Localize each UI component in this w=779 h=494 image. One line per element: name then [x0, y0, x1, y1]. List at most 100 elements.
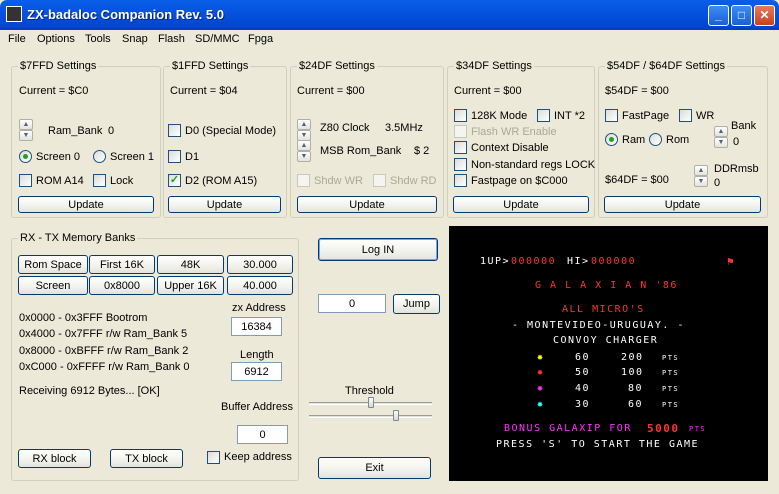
ddrmsb-down[interactable]: ▼: [694, 176, 708, 187]
bank-up[interactable]: ▲: [714, 126, 728, 137]
threshold-slider-thumb[interactable]: [368, 397, 374, 408]
keep-address-checkbox[interactable]: [207, 451, 220, 464]
shdw-wr-checkbox[interactable]: [297, 174, 310, 187]
24df-update-button[interactable]: Update: [297, 196, 437, 213]
7ffd-update-button[interactable]: Update: [18, 196, 154, 213]
screen0-label: Screen 0: [36, 151, 81, 163]
d1-checkbox[interactable]: [168, 150, 181, 163]
minimize-button[interactable]: _: [708, 5, 729, 26]
threshold-slider-thumb-2[interactable]: [393, 410, 399, 421]
screen1-radio[interactable]: [93, 150, 106, 163]
ddrmsb-up[interactable]: ▲: [694, 165, 708, 176]
34df-current: Current = $00: [454, 85, 522, 97]
menu-tools[interactable]: Tools: [85, 33, 111, 45]
screen-button[interactable]: Screen: [18, 276, 88, 295]
group-34df-title: $34DF Settings: [454, 60, 534, 72]
screen-montevideo: - MONTEVIDEO-URUGUAY. -: [512, 320, 685, 331]
30000-button[interactable]: 30.000: [227, 255, 293, 274]
group-1ffd-title: $1FFD Settings: [170, 60, 251, 72]
rx-block-button[interactable]: RX block: [18, 449, 91, 468]
48k-button[interactable]: 48K: [157, 255, 224, 274]
screen-hi-score: 000000: [591, 256, 637, 267]
buffer-address-input[interactable]: 0: [237, 425, 288, 444]
1ffd-current: Current = $04: [170, 85, 238, 97]
fastpage-c000-checkbox[interactable]: [454, 174, 467, 187]
length-input[interactable]: 6912: [231, 362, 282, 381]
score-row: 200: [621, 352, 644, 363]
zx-address-input[interactable]: 16384: [231, 317, 282, 336]
rom-a14-checkbox[interactable]: [19, 174, 32, 187]
screen-1up-score: 000000: [511, 256, 557, 267]
close-button[interactable]: ✕: [754, 5, 775, 26]
menu-snap[interactable]: Snap: [122, 33, 148, 45]
flash-wr-checkbox[interactable]: [454, 125, 467, 138]
40000-button[interactable]: 40.000: [227, 276, 293, 295]
group-54df-title: $54DF / $64DF Settings: [605, 60, 728, 72]
group-rxtx-title: RX - TX Memory Banks: [18, 232, 138, 244]
wr-checkbox[interactable]: [679, 109, 692, 122]
fastpage-c000-label: Fastpage on $C000: [471, 175, 568, 187]
34df-update-button[interactable]: Update: [453, 196, 589, 213]
lock-checkbox[interactable]: [93, 174, 106, 187]
shdw-rd-checkbox[interactable]: [373, 174, 386, 187]
fastpage-checkbox[interactable]: [605, 109, 618, 122]
d2-checkbox[interactable]: ✓: [168, 174, 181, 187]
nonstd-lock-checkbox[interactable]: [454, 158, 467, 171]
128k-mode-label: 128K Mode: [471, 110, 528, 122]
group-24df-title: $24DF Settings: [297, 60, 377, 72]
ram-bank-up[interactable]: ▲: [19, 119, 33, 130]
jump-button[interactable]: Jump: [393, 294, 440, 314]
first-16k-button[interactable]: First 16K: [89, 255, 155, 274]
screen-bonus-text: BONUS GALAXIP FOR: [504, 423, 632, 434]
z80clock-label: Z80 Clock: [320, 122, 370, 134]
upper-16k-button[interactable]: Upper 16K: [157, 276, 224, 295]
menu-bar: File Options Tools Snap Flash SD/MMC Fpg…: [0, 30, 779, 50]
app-icon: [6, 6, 22, 22]
msb-rom-down[interactable]: ▼: [297, 151, 311, 162]
0x8000-button[interactable]: 0x8000: [89, 276, 155, 295]
flag-icon: ⚑: [727, 255, 736, 268]
maximize-button[interactable]: □: [731, 5, 752, 26]
bank-down[interactable]: ▼: [714, 137, 728, 148]
msb-rom-up[interactable]: ▲: [297, 140, 311, 151]
d0-checkbox[interactable]: [168, 124, 181, 137]
rom-space-button[interactable]: Rom Space: [18, 255, 88, 274]
54df-update-button[interactable]: Update: [604, 196, 761, 213]
1ffd-update-button[interactable]: Update: [168, 196, 281, 213]
shdw-rd-label: Shdw RD: [390, 175, 437, 187]
log-in-button[interactable]: Log IN: [318, 238, 438, 261]
tx-block-button[interactable]: TX block: [110, 449, 183, 468]
shdw-wr-label: Shdw WR: [314, 175, 363, 187]
7ffd-current: Current = $C0: [19, 85, 89, 97]
score-row: 100: [621, 367, 644, 378]
z80clock-value: 3.5MHz: [385, 122, 423, 134]
jump-address-input[interactable]: 0: [318, 294, 386, 313]
ram-radio[interactable]: [605, 133, 618, 146]
exit-button[interactable]: Exit: [318, 457, 431, 479]
menu-fpga[interactable]: Fpga: [248, 33, 273, 45]
rom-radio[interactable]: [649, 133, 662, 146]
bank-value: 0: [733, 136, 740, 148]
ram-bank-down[interactable]: ▼: [19, 130, 33, 141]
menu-sdmmc[interactable]: SD/MMC: [195, 33, 240, 45]
memory-map-line: 0x4000 - 0x7FFF r/w Ram_Bank 5: [19, 328, 188, 340]
screen0-radio[interactable]: [19, 150, 32, 163]
alien-icon: ✸: [537, 383, 545, 394]
d2-label: D2 (ROM A15): [185, 175, 258, 187]
lock-label: Lock: [110, 175, 134, 187]
zx-screen-display: 1UP> 000000 HI> 000000 ⚑ G A L A X I A N…: [449, 226, 768, 481]
128k-mode-checkbox[interactable]: [454, 109, 467, 122]
score-row: 50: [575, 367, 591, 378]
menu-flash[interactable]: Flash: [158, 33, 185, 45]
score-row: 60: [628, 399, 644, 410]
screen-game-title: G A L A X I A N '86: [535, 280, 678, 291]
int2-checkbox[interactable]: [537, 109, 550, 122]
keep-address-label: Keep address: [224, 451, 292, 463]
context-disable-checkbox[interactable]: [454, 141, 467, 154]
pts-label: PTS: [662, 354, 680, 362]
menu-options[interactable]: Options: [37, 33, 75, 45]
window-title: ZX-badaloc Companion Rev. 5.0: [27, 7, 224, 22]
screen-bonus-pts: PTS: [689, 425, 707, 433]
z80clock-up[interactable]: ▲: [297, 119, 311, 130]
menu-file[interactable]: File: [8, 33, 26, 45]
